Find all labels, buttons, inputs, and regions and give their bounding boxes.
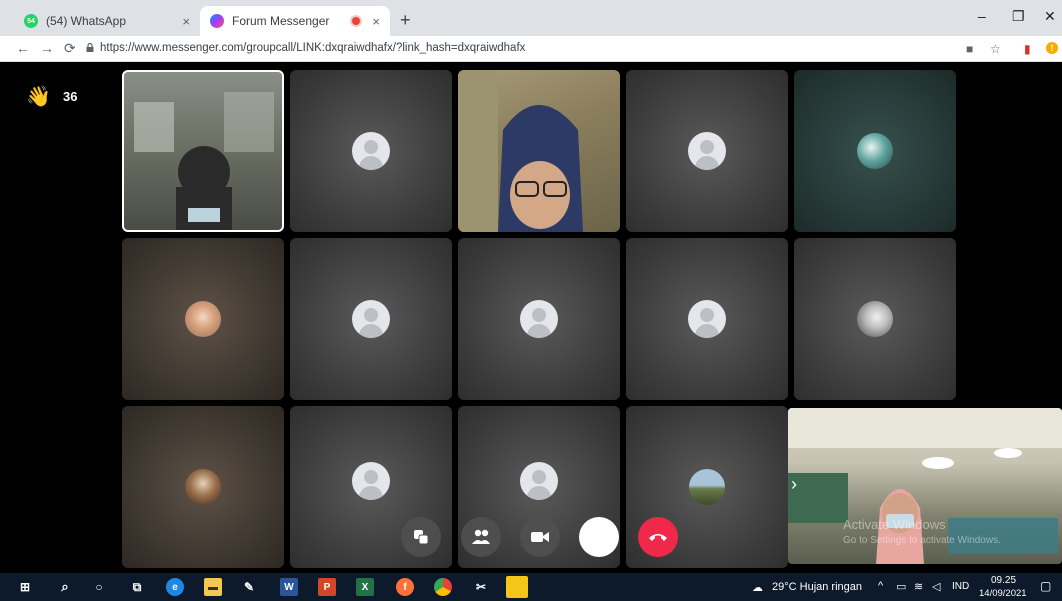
- windows-taskbar: ⊞ ⌕ ○ ⧉ e ▬ ✎ W P X f ✂ ☁ 29°C Hujan rin…: [0, 573, 1062, 601]
- word-icon[interactable]: W: [280, 578, 298, 596]
- task-view-icon[interactable]: ⧉: [128, 578, 146, 596]
- participants-button[interactable]: [461, 517, 501, 557]
- participant-video-frame: [134, 92, 274, 230]
- messenger-icon: [210, 14, 224, 28]
- extension-icon[interactable]: ▮: [1024, 42, 1031, 56]
- camera-button[interactable]: [520, 517, 560, 557]
- participant-video-3[interactable]: [458, 70, 620, 232]
- back-icon[interactable]: ←: [16, 40, 30, 56]
- participant-tile-7[interactable]: [290, 238, 452, 400]
- windows-start-icon[interactable]: ⊞: [16, 578, 34, 596]
- file-explorer-icon[interactable]: ▬: [204, 578, 222, 596]
- chrome-icon[interactable]: [434, 578, 452, 596]
- hang-up-icon: [649, 534, 667, 541]
- powerpoint-icon[interactable]: P: [318, 578, 336, 596]
- search-icon[interactable]: ⌕: [56, 578, 74, 596]
- default-avatar-icon: [688, 300, 726, 338]
- video-camera-icon: [531, 532, 549, 542]
- chevron-left-icon[interactable]: ›: [791, 474, 797, 495]
- browser-tabstrip: 54 (54) WhatsApp × Forum Messenger × + –…: [0, 0, 1062, 36]
- whatsapp-icon: 54: [24, 14, 38, 28]
- participant-tile-10[interactable]: [794, 238, 956, 400]
- wave-hand-icon[interactable]: 👋: [26, 84, 51, 109]
- sticky-notes-icon[interactable]: [506, 576, 528, 598]
- default-avatar-icon: [352, 461, 390, 500]
- activate-windows-watermark: Activate Windows: [843, 517, 946, 532]
- clock-date[interactable]: 14/09/2021: [979, 588, 1027, 599]
- profile-photo-avatar: [689, 469, 725, 505]
- participant-tile-5[interactable]: [794, 70, 956, 232]
- tab-forum-messenger[interactable]: Forum Messenger ×: [200, 6, 390, 36]
- participant-tile-9[interactable]: [626, 238, 788, 400]
- share-screen-button[interactable]: [401, 517, 441, 557]
- minimize-icon[interactable]: –: [978, 8, 986, 24]
- participant-tile-8[interactable]: [458, 238, 620, 400]
- default-avatar-icon: [520, 461, 558, 500]
- default-avatar-icon: [352, 132, 390, 170]
- cortana-icon[interactable]: ○: [90, 578, 108, 596]
- clock-time[interactable]: 09.25: [991, 575, 1016, 586]
- profile-photo-avatar: [185, 301, 221, 337]
- reload-icon[interactable]: ⟳: [64, 40, 76, 57]
- close-tab-icon[interactable]: ×: [182, 14, 190, 29]
- excel-icon[interactable]: X: [356, 578, 374, 596]
- default-avatar-icon: [520, 300, 558, 338]
- profile-photo-avatar: [857, 301, 893, 337]
- participant-tile-11[interactable]: [122, 406, 284, 568]
- snipping-tool-icon[interactable]: ✂: [472, 578, 490, 596]
- wifi-icon[interactable]: ≋: [914, 580, 923, 593]
- activate-windows-hint: Go to Settings to activate Windows.: [843, 535, 1001, 546]
- close-tab-icon[interactable]: ×: [372, 14, 380, 29]
- default-avatar-icon: [352, 300, 390, 338]
- volume-icon[interactable]: ◁: [932, 580, 940, 593]
- notifications-icon[interactable]: ▢: [1040, 579, 1051, 593]
- people-icon: [472, 529, 490, 544]
- participant-video-frame: [458, 70, 583, 232]
- lock-icon: [86, 43, 94, 52]
- forward-icon[interactable]: →: [40, 40, 54, 56]
- microphone-button[interactable]: [579, 517, 619, 557]
- participant-tile-4[interactable]: [626, 70, 788, 232]
- address-bar-row: ← → ⟳ https://www.messenger.com/groupcal…: [0, 36, 1062, 62]
- participant-video-1[interactable]: [122, 70, 284, 232]
- new-tab-button[interactable]: +: [400, 10, 411, 31]
- profile-photo-avatar: [185, 469, 221, 505]
- window-close-icon[interactable]: ✕: [1044, 8, 1056, 25]
- language-indicator[interactable]: IND: [952, 581, 969, 592]
- tray-chevron-icon[interactable]: ^: [878, 580, 883, 592]
- network-icon[interactable]: ▭: [896, 580, 906, 593]
- weather-icon[interactable]: ☁: [752, 581, 763, 594]
- restore-icon[interactable]: ❐: [1012, 8, 1025, 25]
- tab-whatsapp[interactable]: 54 (54) WhatsApp ×: [14, 6, 200, 36]
- url-field[interactable]: https://www.messenger.com/groupcall/LINK…: [100, 42, 525, 54]
- bookmark-star-icon[interactable]: ☆: [990, 42, 1001, 56]
- paint-icon[interactable]: ✎: [240, 578, 258, 596]
- end-call-button[interactable]: [638, 517, 678, 557]
- share-screen-icon: [414, 530, 429, 545]
- screen: 54 (54) WhatsApp × Forum Messenger × + –…: [0, 0, 1062, 601]
- participant-tile-2[interactable]: [290, 70, 452, 232]
- default-avatar-icon: [688, 132, 726, 170]
- wave-count: 36: [63, 89, 78, 104]
- update-alert-icon[interactable]: !: [1046, 42, 1058, 54]
- tab-label: (54) WhatsApp: [46, 14, 127, 28]
- recording-indicator-icon: [352, 17, 360, 25]
- firefox-icon[interactable]: f: [396, 578, 414, 596]
- edge-icon[interactable]: e: [166, 578, 184, 596]
- weather-text[interactable]: 29°C Hujan ringan: [772, 581, 862, 593]
- camera-in-use-icon[interactable]: ■: [966, 42, 973, 56]
- participant-tile-6[interactable]: [122, 238, 284, 400]
- profile-photo-avatar: [857, 133, 893, 169]
- tab-label: Forum Messenger: [232, 14, 330, 28]
